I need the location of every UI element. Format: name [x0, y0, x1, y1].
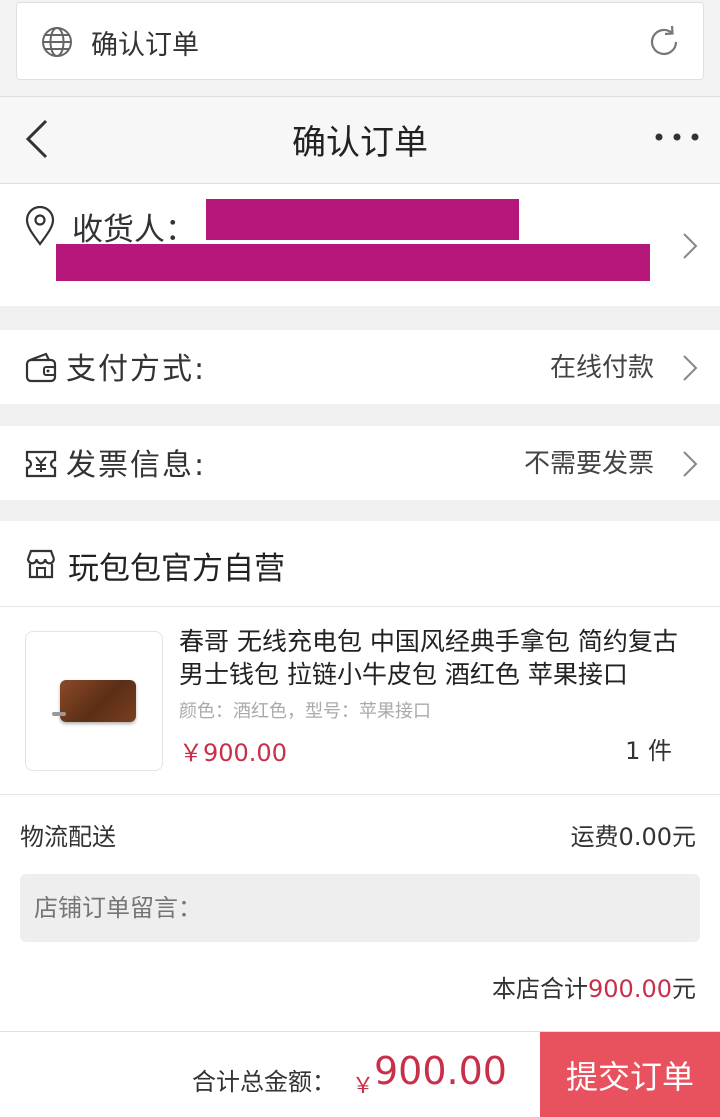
- more-icon[interactable]: [654, 127, 700, 147]
- total-label: 合计总金额：: [192, 1068, 336, 1096]
- subtotal-amount: 900.00: [588, 975, 672, 1003]
- shipping-fee: 运费0.00元: [570, 823, 696, 851]
- payment-method-row[interactable]: 支付方式: 在线付款: [0, 330, 720, 404]
- submit-order-button[interactable]: 提交订单: [540, 1032, 720, 1117]
- nav-header: 确认订单: [0, 96, 720, 184]
- product-quantity: 1 件: [625, 737, 672, 765]
- chevron-right-icon: [683, 451, 698, 477]
- chevron-right-icon: [683, 355, 698, 381]
- product-spec: 颜色：酒红色，型号：苹果接口: [179, 701, 431, 722]
- page-title: 确认订单: [292, 123, 428, 163]
- invoice-row[interactable]: 发票信息: 不需要发票: [0, 426, 720, 500]
- invoice-value: 不需要发票: [523, 449, 654, 479]
- product-title: 春哥 无线充电包 中国风经典手拿包 简约复古男士钱包 拉链小牛皮包 酒红色 苹果…: [179, 627, 678, 689]
- wallet-icon: [25, 352, 57, 383]
- product-item[interactable]: 春哥 无线充电包 中国风经典手拿包 简约复古男士钱包 拉链小牛皮包 酒红色 苹果…: [0, 607, 720, 795]
- order-note-input[interactable]: [20, 874, 700, 942]
- subtotal-prefix: 本店合计: [492, 975, 589, 1003]
- payment-value: 在线付款: [549, 353, 654, 383]
- subtotal-suffix: 元: [672, 975, 696, 1003]
- store-icon: [26, 549, 56, 579]
- shop-name: 玩包包官方自营: [68, 551, 285, 587]
- payment-label: 支付方式:: [66, 352, 207, 387]
- checkout-bar: 合计总金额： ￥ 900.00 提交订单: [0, 1031, 720, 1117]
- url-title: 确认订单: [91, 30, 199, 61]
- wallet-product-image: [52, 680, 136, 722]
- globe-icon: [42, 27, 72, 57]
- shipping-row: 物流配送 运费0.00元: [0, 795, 720, 875]
- product-thumbnail[interactable]: [25, 631, 163, 771]
- shipping-label: 物流配送: [20, 823, 116, 851]
- redacted-address: [56, 244, 650, 281]
- browser-bar: 确认订单: [0, 0, 720, 96]
- total-amount: 900.00: [374, 1049, 507, 1093]
- reload-icon[interactable]: [645, 23, 683, 61]
- chevron-right-icon: [683, 233, 698, 259]
- recipient-label: 收货人：: [72, 212, 196, 248]
- product-price: ￥900.00: [179, 739, 287, 767]
- shop-header: 玩包包官方自营: [0, 521, 720, 607]
- redacted-name: [206, 199, 519, 240]
- total-currency: ￥: [352, 1074, 375, 1099]
- url-box[interactable]: 确认订单: [16, 2, 704, 80]
- shop-section: 玩包包官方自营 春哥 无线充电包 中国风经典手拿包 简约复古男士钱包 拉链小牛皮…: [0, 521, 720, 1031]
- invoice-ticket-icon: [25, 450, 57, 478]
- location-pin-icon: [25, 206, 55, 246]
- invoice-label: 发票信息:: [66, 448, 207, 483]
- shop-subtotal: 本店合计900.00元: [492, 969, 696, 1004]
- address-section[interactable]: 收货人：: [0, 184, 720, 306]
